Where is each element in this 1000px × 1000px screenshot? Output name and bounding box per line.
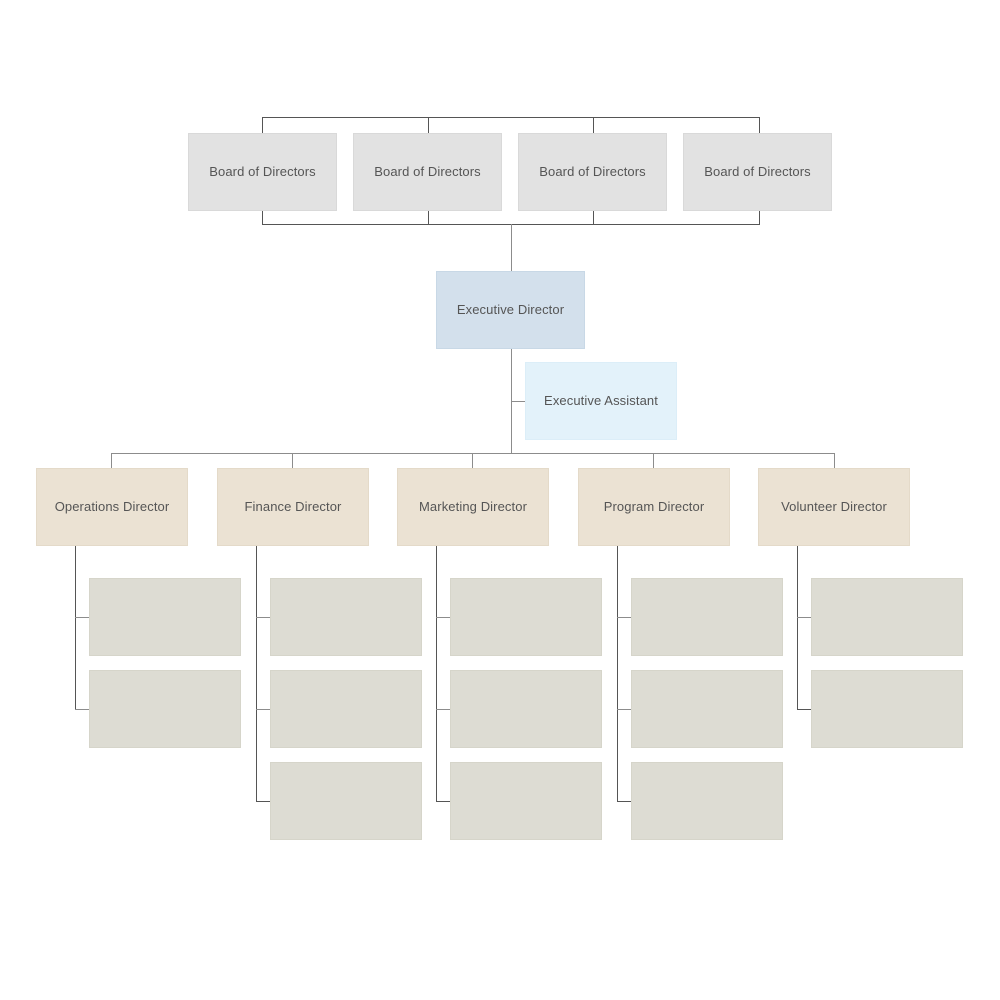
connector-operations-branch-1: [75, 617, 90, 618]
node-label-volunteer-director: Volunteer Director: [781, 498, 887, 514]
connector-board-top-stub-4: [759, 117, 760, 133]
node-label-marketing-director: Marketing Director: [419, 498, 527, 514]
connector-finance-branch-1: [256, 617, 271, 618]
connector-finance-branch-3: [256, 801, 271, 802]
connector-director-stub-2: [292, 453, 293, 469]
node-finance-staff-1[interactable]: [270, 578, 422, 656]
connector-director-bus: [111, 453, 835, 454]
connector-exec-spine-upper: [511, 224, 512, 272]
node-marketing-staff-2[interactable]: [450, 670, 602, 748]
node-board-3[interactable]: Board of Directors: [518, 133, 667, 211]
node-operations-staff-2[interactable]: [89, 670, 241, 748]
connector-program-branch-3: [617, 801, 632, 802]
node-marketing-staff-1[interactable]: [450, 578, 602, 656]
node-volunteer-staff-1[interactable]: [811, 578, 963, 656]
connector-director-stub-5: [834, 453, 835, 469]
connector-board-top-stub-3: [593, 117, 594, 133]
node-program-director[interactable]: Program Director: [578, 468, 730, 546]
node-label-board-1: Board of Directors: [209, 163, 316, 179]
node-program-staff-3[interactable]: [631, 762, 783, 840]
node-label-finance-director: Finance Director: [244, 498, 342, 514]
connector-operations-branch-2: [75, 709, 90, 710]
node-executive-assistant[interactable]: Executive Assistant: [525, 362, 677, 440]
connector-marketing-branch-2: [436, 709, 451, 710]
connector-assistant-stub: [511, 401, 526, 402]
node-label-operations-director: Operations Director: [54, 498, 170, 514]
node-executive-director[interactable]: Executive Director: [436, 271, 585, 349]
node-marketing-staff-3[interactable]: [450, 762, 602, 840]
connector-board-bottom-stub-4: [759, 211, 760, 225]
connector-marketing-branch-3: [436, 801, 451, 802]
node-volunteer-staff-2[interactable]: [811, 670, 963, 748]
node-label-board-2: Board of Directors: [374, 163, 481, 179]
connector-volunteer-spine: [797, 546, 798, 710]
node-marketing-director[interactable]: Marketing Director: [397, 468, 549, 546]
connector-program-branch-1: [617, 617, 632, 618]
connector-board-top-stub-2: [428, 117, 429, 133]
node-volunteer-director[interactable]: Volunteer Director: [758, 468, 910, 546]
connector-program-branch-2: [617, 709, 632, 710]
node-board-1[interactable]: Board of Directors: [188, 133, 337, 211]
connector-marketing-branch-1: [436, 617, 451, 618]
node-finance-staff-3[interactable]: [270, 762, 422, 840]
connector-board-bottom-stub-3: [593, 211, 594, 225]
connector-board-bottom-stub-1: [262, 211, 263, 225]
connector-board-top-bus: [262, 117, 760, 118]
connector-director-stub-4: [653, 453, 654, 469]
node-board-4[interactable]: Board of Directors: [683, 133, 832, 211]
connector-director-stub-3: [472, 453, 473, 469]
node-program-staff-1[interactable]: [631, 578, 783, 656]
connector-finance-spine: [256, 546, 257, 802]
node-operations-director[interactable]: Operations Director: [36, 468, 188, 546]
connector-board-top-stub-1: [262, 117, 263, 133]
connector-board-bottom-stub-2: [428, 211, 429, 225]
node-finance-director[interactable]: Finance Director: [217, 468, 369, 546]
connector-volunteer-branch-2: [797, 709, 812, 710]
node-label-board-4: Board of Directors: [704, 163, 811, 179]
connector-operations-spine: [75, 546, 76, 710]
node-label-executive-assistant: Executive Assistant: [544, 392, 658, 408]
org-chart-canvas: Board of Directors Board of Directors Boar…: [0, 0, 1000, 1000]
node-program-staff-2[interactable]: [631, 670, 783, 748]
node-finance-staff-2[interactable]: [270, 670, 422, 748]
connector-director-stub-1: [111, 453, 112, 469]
node-operations-staff-1[interactable]: [89, 578, 241, 656]
connector-volunteer-branch-1: [797, 617, 812, 618]
connector-program-spine: [617, 546, 618, 802]
node-board-2[interactable]: Board of Directors: [353, 133, 502, 211]
connector-marketing-spine: [436, 546, 437, 802]
node-label-program-director: Program Director: [603, 498, 705, 514]
node-label-executive-director: Executive Director: [456, 301, 565, 317]
connector-finance-branch-2: [256, 709, 271, 710]
node-label-board-3: Board of Directors: [539, 163, 646, 179]
